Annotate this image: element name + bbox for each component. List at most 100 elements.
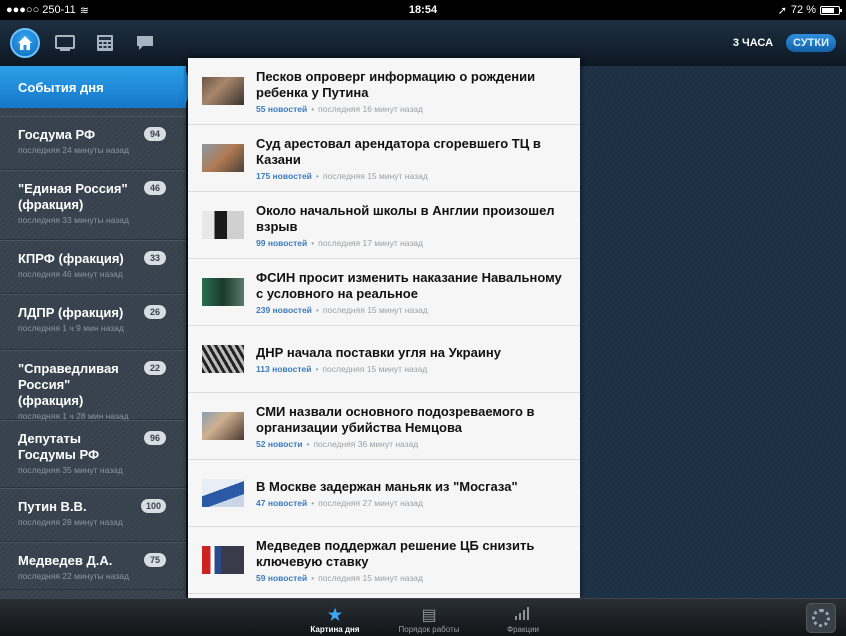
news-count: 239 новостей	[256, 304, 312, 315]
news-thumbnail	[202, 278, 244, 306]
news-thumbnail	[202, 77, 244, 105]
news-item[interactable]: Медведев поддержал решение ЦБ снизить кл…	[188, 527, 580, 594]
sidebar-item-label: Госдума РФ	[18, 127, 96, 142]
sidebar-item[interactable]: Медведев Д.А. последняя 22 минуты назад …	[0, 542, 186, 590]
sidebar-item-label: "Единая Россия" (фракция)	[18, 181, 128, 212]
battery-percent: 72 %	[790, 4, 816, 16]
tab-label: Картина дня	[310, 625, 360, 634]
news-title: ДНР начала поставки угля на Украину	[256, 344, 501, 360]
news-title: В Москве задержан маньяк из "Мосгаза"	[256, 478, 518, 494]
news-count: 47 новостей	[256, 497, 308, 508]
refresh-button[interactable]	[806, 603, 836, 633]
count-badge: 94	[144, 127, 166, 141]
bottom-tab-bar: ★ Картина дня ▤ Порядок работы Фракции	[0, 598, 846, 636]
news-thumbnail	[202, 345, 244, 373]
news-count: 52 новости	[256, 438, 303, 449]
sidebar-item-label: Путин В.В.	[18, 499, 87, 514]
sidebar-item-time: последняя 1 ч 9 мин назад	[18, 323, 124, 333]
news-time: последняя 15 минут назад	[322, 363, 428, 374]
news-item[interactable]: В Москве задержан маньяк из "Мосгаза" 47…	[188, 460, 580, 527]
news-thumbnail	[202, 479, 244, 507]
sidebar-item[interactable]: ЛДПР (фракция) последняя 1 ч 9 мин назад…	[0, 294, 186, 350]
news-title: Суд арестовал арендатора сгоревшего ТЦ в…	[256, 135, 541, 167]
period-3-hours[interactable]: 3 ЧАСА	[726, 34, 780, 52]
wifi-icon: ≋	[79, 4, 89, 17]
news-time: последняя 15 минут назад	[322, 170, 428, 181]
sidebar-item-day-events[interactable]: События дня	[0, 66, 192, 108]
count-badge: 96	[144, 431, 166, 445]
count-badge: 22	[144, 361, 166, 375]
news-title: СМИ назвали основного подозреваемого в о…	[256, 403, 535, 435]
news-count: 113 новостей	[256, 363, 312, 374]
news-time: последняя 17 минут назад	[318, 237, 423, 248]
news-count: 55 новостей	[256, 103, 308, 114]
tab-day-picture[interactable]: ★ Картина дня	[300, 599, 370, 636]
sidebar-item-label: "Справедливая Россия" (фракция)	[18, 361, 119, 408]
sidebar-item[interactable]: "Справедливая Россия" (фракция) последня…	[0, 350, 186, 421]
news-title: Песков опроверг информацию о рождении ре…	[256, 68, 536, 100]
news-time: последняя 36 минут назад	[313, 438, 419, 449]
sidebar: События дня Госдума РФ последняя 24 мину…	[0, 66, 192, 598]
sidebar-item-label: КПРФ (фракция)	[18, 251, 124, 266]
sidebar-item[interactable]: Путин В.В. последняя 28 минут назад 100	[0, 488, 186, 542]
news-item[interactable]: ФСИН просит изменить наказание Навальном…	[188, 259, 580, 326]
period-day[interactable]: СУТКИ	[786, 34, 836, 52]
document-icon: ▤	[421, 607, 437, 624]
count-badge: 26	[144, 305, 166, 319]
news-item[interactable]: Около начальной школы в Англии произошел…	[188, 192, 580, 259]
news-title: ФСИН просит изменить наказание Навальном…	[256, 269, 562, 301]
battery-icon	[820, 5, 842, 15]
location-icon: ➚	[777, 4, 787, 17]
news-thumbnail	[202, 412, 244, 440]
sidebar-item-label: ЛДПР (фракция)	[18, 305, 124, 320]
news-count: 99 новостей	[256, 237, 308, 248]
sidebar-item[interactable]: КПРФ (фракция) последняя 46 минут назад …	[0, 240, 186, 294]
news-count: 59 новостей	[256, 572, 308, 583]
news-item[interactable]: ДНР начала поставки угля на Украину 113 …	[188, 326, 580, 393]
period-switch: 3 ЧАСА СУТКИ	[726, 34, 836, 52]
sidebar-item-label: Медведев Д.А.	[18, 553, 113, 568]
tab-factions[interactable]: Фракции	[488, 599, 558, 636]
news-list: Песков опроверг информацию о рождении ре…	[188, 58, 580, 598]
sidebar-item-label: Депутаты Госдумы РФ	[18, 431, 100, 462]
count-badge: 46	[144, 181, 166, 195]
news-title: Около начальной школы в Англии произошел…	[256, 202, 555, 234]
news-item[interactable]: Песков опроверг информацию о рождении ре…	[188, 58, 580, 125]
sidebar-item-time: последняя 33 минуты назад	[18, 215, 129, 225]
news-thumbnail	[202, 211, 244, 239]
sidebar-item[interactable]: "Единая Россия" (фракция) последняя 33 м…	[0, 170, 186, 240]
calculator-icon[interactable]	[90, 28, 120, 58]
sidebar-item-time: последняя 22 минуты назад	[18, 571, 129, 581]
chat-icon[interactable]	[130, 28, 160, 58]
tab-work-order[interactable]: ▤ Порядок работы	[394, 599, 464, 636]
news-thumbnail	[202, 546, 244, 574]
count-badge: 33	[144, 251, 166, 265]
sidebar-item[interactable]: Депутаты Госдумы РФ последняя 35 минут н…	[0, 420, 186, 488]
sidebar-item-time: последняя 46 минут назад	[18, 269, 123, 279]
news-title: Медведев поддержал решение ЦБ снизить кл…	[256, 537, 535, 569]
sidebar-item[interactable]: Госдума РФ последняя 24 минуты назад 94	[0, 116, 186, 170]
sidebar-item-time: последняя 24 минуты назад	[18, 145, 129, 155]
bars-icon	[514, 606, 532, 625]
count-badge: 75	[144, 553, 166, 567]
tab-label: Порядок работы	[398, 625, 460, 634]
news-time: последняя 15 минут назад	[318, 572, 423, 583]
home-icon[interactable]	[10, 28, 40, 58]
news-thumbnail	[202, 144, 244, 172]
carrier-label: ●●●○○ 250-11	[6, 4, 76, 16]
tab-label: Фракции	[507, 625, 539, 634]
count-badge: 100	[140, 499, 166, 513]
sidebar-item-time: последняя 28 минут назад	[18, 517, 123, 527]
news-time: последняя 16 минут назад	[318, 103, 423, 114]
news-item[interactable]: Суд арестовал арендатора сгоревшего ТЦ в…	[188, 125, 580, 192]
loading-spinner-icon	[812, 609, 830, 627]
news-time: последняя 27 минут назад	[318, 497, 423, 508]
detail-pane	[580, 66, 846, 598]
tv-icon[interactable]	[50, 28, 80, 58]
sidebar-item-time: последняя 35 минут назад	[18, 465, 123, 475]
news-count: 175 новостей	[256, 170, 312, 181]
status-bar: ●●●○○ 250-11 ≋ 18:54 ➚ 72 %	[0, 0, 846, 20]
news-time: последняя 15 минут назад	[322, 304, 428, 315]
news-item[interactable]: СМИ назвали основного подозреваемого в о…	[188, 393, 580, 460]
star-icon: ★	[327, 607, 343, 624]
